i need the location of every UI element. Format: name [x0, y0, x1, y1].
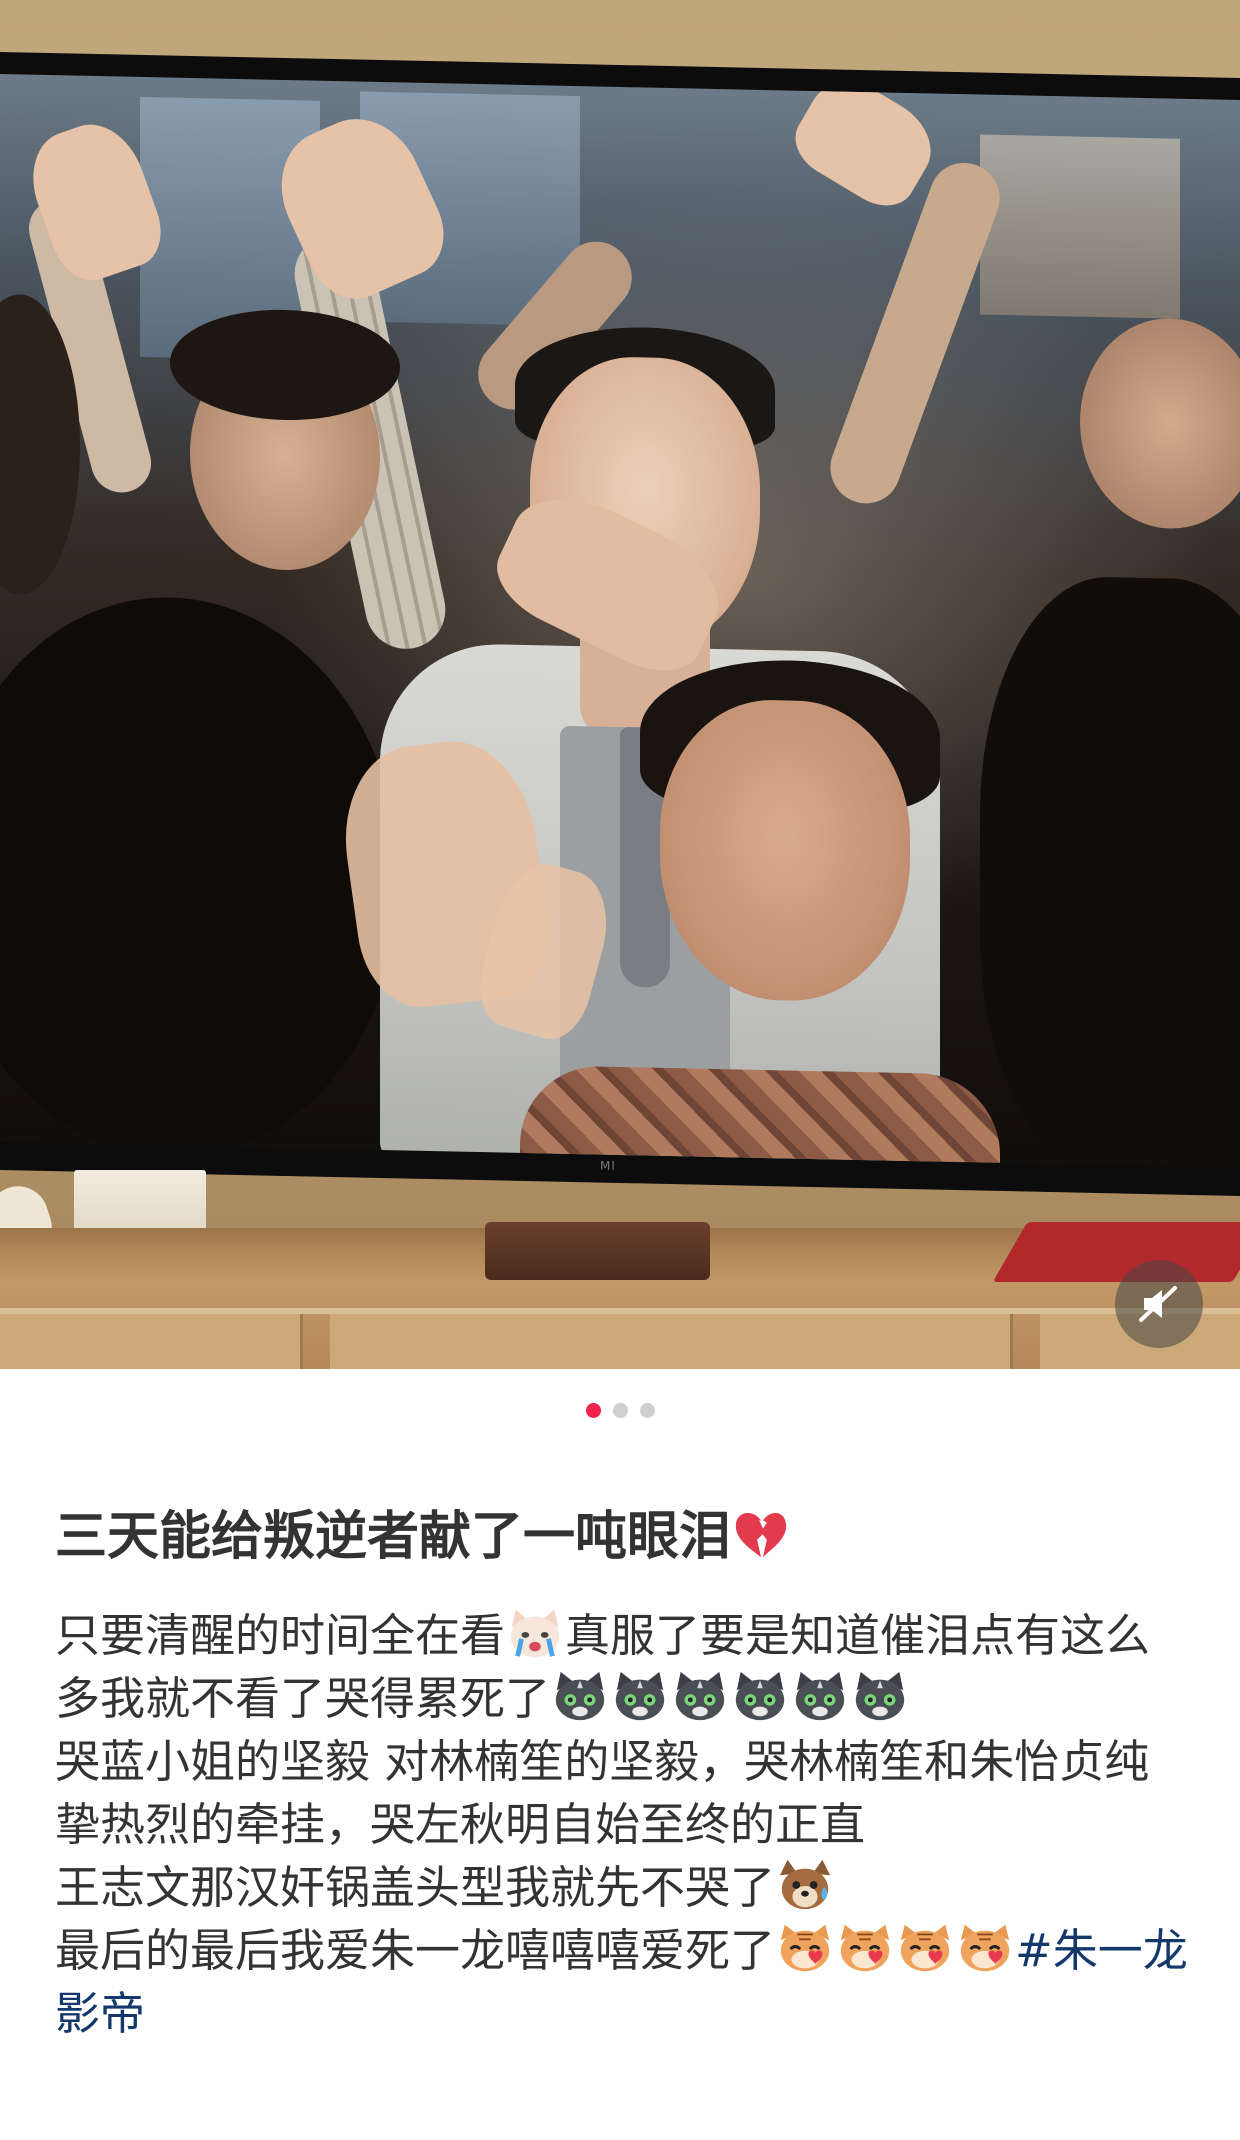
- post-text-1a: 只要清醒的时间全在看: [55, 1609, 506, 1662]
- cat-face-icon: [555, 1671, 605, 1721]
- crying-cat-icon: [510, 1609, 560, 1658]
- cat-face-icon: [855, 1671, 905, 1721]
- tv: MI: [0, 52, 1240, 1196]
- post-paragraph-2: 哭蓝小姐的坚毅 对林楠笙的坚毅，哭林楠笙和朱怡贞纯挚热烈的牵挂，哭左秋明自始至终…: [55, 1730, 1190, 1856]
- post-paragraph-1: 只要清醒的时间全在看 真服了要是知道催泪点有这么多我就不看了哭得累死了: [55, 1604, 1190, 1730]
- page-dot-2[interactable]: [612, 1403, 628, 1418]
- post-text-2: 哭蓝小姐的坚毅 对林楠笙的坚毅，哭林楠笙和朱怡贞纯挚热烈的牵挂，哭左秋明自始至终…: [55, 1735, 1150, 1851]
- post-text-4: 最后的最后我爱朱一龙嘻嘻嘻爱死了: [55, 1924, 776, 1977]
- page-dot-3[interactable]: [639, 1403, 655, 1418]
- speaker-muted-icon: [1139, 1286, 1177, 1322]
- broken-heart-icon: [735, 1513, 787, 1558]
- cat-face-icon: [615, 1671, 665, 1721]
- post-title-text: 三天能给叛逆者献了一吨眼泪: [55, 1507, 732, 1567]
- post-body: 只要清醒的时间全在看 真服了要是知道催泪点有这么多我就不看了哭得累死了 哭蓝小姐…: [55, 1604, 1190, 2045]
- tv-brand-logo: MI: [600, 1158, 616, 1173]
- post-image[interactable]: MI: [0, 0, 1240, 1369]
- red-book: [992, 1222, 1240, 1282]
- heart-tiger-icon: [780, 1924, 830, 1972]
- page-dot-1[interactable]: [585, 1403, 601, 1418]
- post-title: 三天能给叛逆者献了一吨眼泪: [55, 1500, 1195, 1574]
- cat-face-icon: [795, 1671, 845, 1721]
- image-pagination: [0, 1403, 1240, 1423]
- wooden-tray: [485, 1222, 710, 1280]
- sweating-dog-icon: [779, 1859, 831, 1910]
- cat-face-icon: [675, 1671, 725, 1721]
- post-paragraph-3: 王志文那汉奸锅盖头型我就先不哭了: [55, 1856, 1190, 1919]
- heart-tiger-icon: [840, 1924, 890, 1972]
- mute-button[interactable]: [1115, 1260, 1203, 1348]
- post-paragraph-4: 最后的最后我爱朱一龙嘻嘻嘻爱死了 #朱一龙影帝: [55, 1919, 1190, 2045]
- heart-tiger-icon: [960, 1924, 1010, 1972]
- post-text-3: 王志文那汉奸锅盖头型我就先不哭了: [55, 1861, 776, 1914]
- cat-face-icon: [735, 1671, 785, 1721]
- tv-screen-scene: [0, 74, 1240, 1168]
- heart-tiger-icon: [900, 1924, 950, 1972]
